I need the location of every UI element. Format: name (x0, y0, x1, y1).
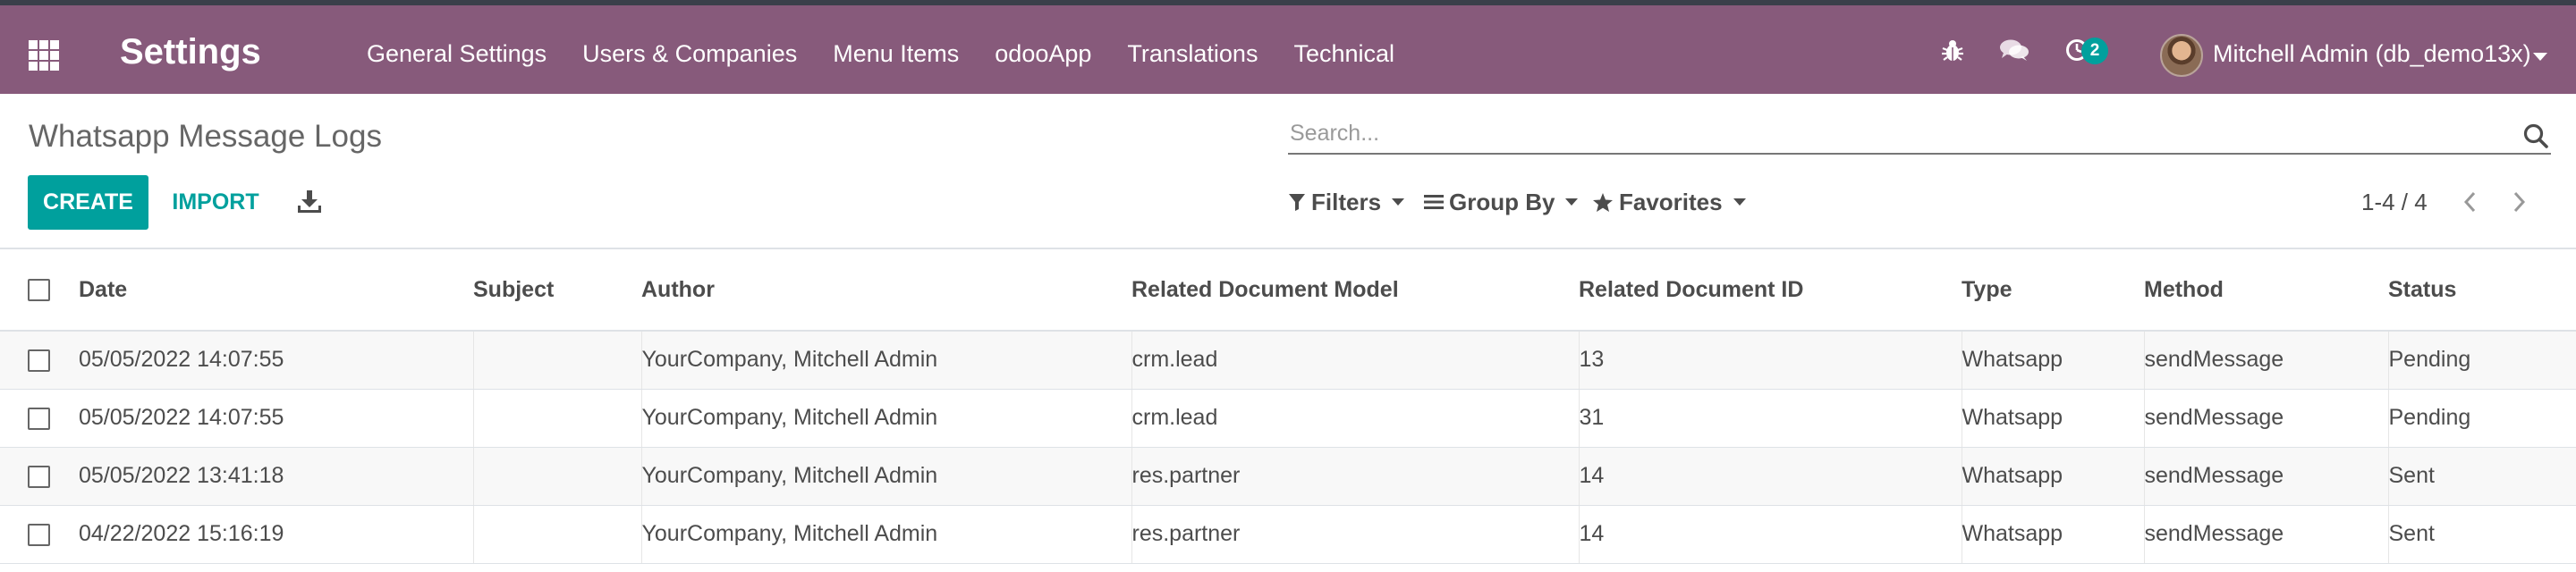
import-button[interactable]: IMPORT (168, 175, 263, 230)
bug-icon[interactable] (1937, 5, 1968, 94)
column-header-author[interactable]: Author (641, 249, 1131, 332)
cell-date: 05/05/2022 14:07:55 (79, 331, 473, 390)
filters-label: Filters (1311, 188, 1382, 215)
cell-related-document-model: crm.lead (1131, 331, 1579, 390)
search-input[interactable] (1290, 115, 2479, 151)
breadcrumb-title: Whatsapp Message Logs (29, 119, 382, 154)
column-header-date[interactable]: Date (79, 249, 473, 332)
app-title[interactable]: Settings (120, 29, 261, 74)
row-select-cell (0, 331, 79, 390)
cell-type: Whatsapp (1961, 505, 2144, 564)
cell-subject (472, 505, 641, 564)
create-button[interactable]: CREATE (28, 175, 148, 230)
chevron-down-icon (1733, 198, 1746, 206)
row-checkbox[interactable] (28, 523, 50, 546)
row-checkbox[interactable] (28, 407, 50, 430)
row-select-cell (0, 447, 79, 506)
row-select-cell (0, 505, 79, 564)
cell-related-document-model: crm.lead (1131, 389, 1579, 448)
pager-next-button[interactable] (2506, 184, 2533, 220)
cell-type: Whatsapp (1961, 331, 2144, 390)
cell-status: Pending (2387, 389, 2576, 448)
user-menu-name[interactable]: Mitchell Admin (db_demo13x) (2213, 38, 2531, 70)
menu-item-general-settings[interactable]: General Settings (367, 38, 547, 70)
search-icon[interactable] (2522, 122, 2549, 149)
cell-subject (472, 447, 641, 506)
search-bar (1288, 112, 2551, 155)
menu-item-users-companies[interactable]: Users & Companies (582, 38, 797, 70)
table-row[interactable]: 05/05/2022 14:07:55 YourCompany, Mitchel… (0, 331, 2576, 390)
column-header-type[interactable]: Type (1962, 249, 2144, 332)
filter-icon (1289, 194, 1305, 211)
main-navbar: Settings General Settings Users & Compan… (0, 5, 2576, 94)
cell-method: sendMessage (2143, 505, 2388, 564)
cell-method: sendMessage (2143, 389, 2388, 448)
cell-subject (472, 389, 641, 448)
menu-item-odooapp[interactable]: odooApp (995, 38, 1091, 70)
cell-method: sendMessage (2143, 331, 2388, 390)
chat-icon[interactable] (1995, 5, 2034, 94)
cell-related-document-id: 14 (1578, 505, 1962, 564)
chevron-down-icon (1392, 198, 1405, 206)
cell-status: Sent (2387, 505, 2576, 564)
bars-icon (1424, 195, 1444, 209)
list-view: Date Subject Author Related Document Mod… (0, 248, 2576, 572)
user-menu-caret-icon[interactable] (2533, 53, 2547, 61)
chevron-left-icon (2463, 191, 2476, 213)
pager-previous-button[interactable] (2456, 184, 2483, 220)
cell-subject (472, 331, 641, 390)
cell-related-document-model: res.partner (1131, 505, 1579, 564)
cell-related-document-id: 14 (1578, 447, 1962, 506)
column-header-related-document-model[interactable]: Related Document Model (1131, 249, 1579, 332)
menu-item-technical[interactable]: Technical (1293, 38, 1394, 70)
column-header-method[interactable]: Method (2144, 249, 2388, 332)
menu-item-translations[interactable]: Translations (1127, 38, 1258, 70)
table-row[interactable]: 05/05/2022 13:41:18 YourCompany, Mitchel… (0, 447, 2576, 506)
cell-related-document-model: res.partner (1131, 447, 1579, 506)
cell-author: YourCompany, Mitchell Admin (640, 331, 1131, 390)
cell-date: 05/05/2022 13:41:18 (79, 447, 473, 506)
cell-status: Pending (2387, 331, 2576, 390)
cell-status: Sent (2387, 447, 2576, 506)
star-icon (1593, 192, 1613, 212)
avatar[interactable] (2160, 34, 2203, 77)
chevron-right-icon (2513, 191, 2526, 213)
filters-dropdown[interactable]: Filters (1288, 186, 1405, 218)
row-select-cell (0, 389, 79, 448)
cell-type: Whatsapp (1961, 389, 2144, 448)
row-checkbox[interactable] (28, 349, 50, 373)
cell-type: Whatsapp (1961, 447, 2144, 506)
table-row[interactable]: 05/05/2022 14:07:55 YourCompany, Mitchel… (0, 389, 2576, 448)
message-log-table: Date Subject Author Related Document Mod… (0, 249, 2576, 564)
chevron-down-icon (1565, 198, 1579, 206)
pager-value[interactable]: 1-4 / 4 (2361, 186, 2428, 218)
cell-date: 04/22/2022 15:16:19 (79, 505, 473, 564)
apps-grid-icon[interactable] (29, 40, 59, 71)
cell-related-document-id: 13 (1578, 331, 1962, 390)
download-icon[interactable] (295, 188, 324, 216)
cell-author: YourCompany, Mitchell Admin (640, 447, 1131, 506)
cell-date: 05/05/2022 14:07:55 (79, 389, 473, 448)
select-all-cell (0, 249, 79, 332)
activity-count-badge: 2 (2081, 38, 2108, 64)
column-header-status[interactable]: Status (2388, 249, 2576, 332)
column-header-related-document-id[interactable]: Related Document ID (1579, 249, 1962, 332)
cell-author: YourCompany, Mitchell Admin (640, 505, 1131, 564)
top-menu: General Settings Users & Companies Menu … (367, 38, 1430, 70)
select-all-checkbox[interactable] (28, 279, 50, 302)
cell-author: YourCompany, Mitchell Admin (640, 389, 1131, 448)
table-header-row: Date Subject Author Related Document Mod… (0, 249, 2576, 332)
table-row[interactable]: 04/22/2022 15:16:19 YourCompany, Mitchel… (0, 505, 2576, 564)
favorites-label: Favorites (1619, 188, 1723, 215)
group-by-dropdown[interactable]: Group By (1424, 186, 1579, 218)
group-by-label: Group By (1449, 188, 1555, 215)
row-checkbox[interactable] (28, 465, 50, 488)
column-header-subject[interactable]: Subject (473, 249, 641, 332)
menu-item-menu-items[interactable]: Menu Items (833, 38, 959, 70)
cell-related-document-id: 31 (1578, 389, 1962, 448)
cell-method: sendMessage (2143, 447, 2388, 506)
favorites-dropdown[interactable]: Favorites (1592, 186, 1746, 218)
